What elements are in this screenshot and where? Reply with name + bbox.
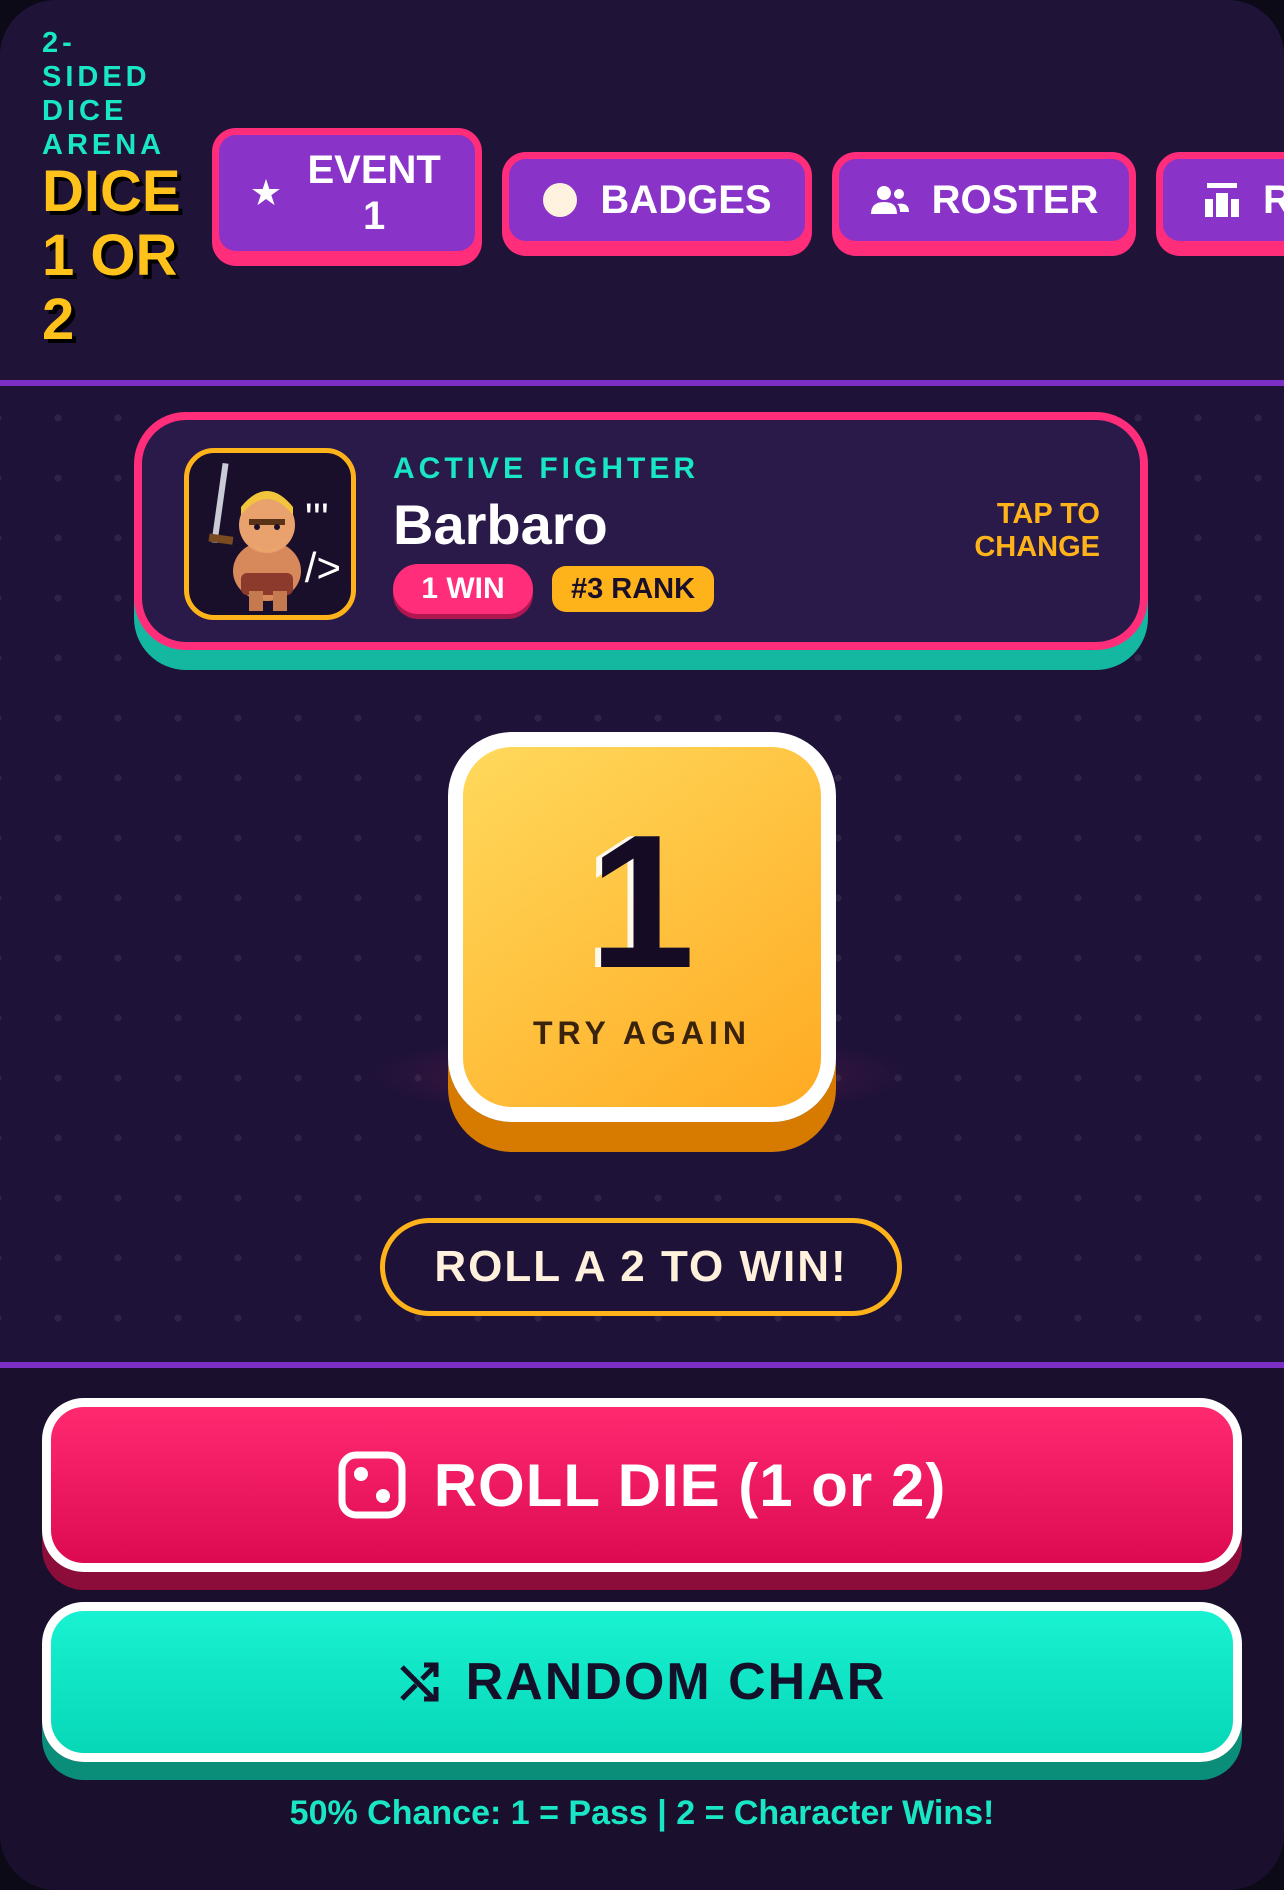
fighter-name: Barbaro [393,493,608,556]
app-frame: 2- SIDED DICE ARENA DICE 1 OR 2 ★ EVENT … [0,0,1284,1890]
nav-label-ranks: R [1263,177,1284,222]
brand-subtitle: 2- SIDED DICE ARENA [42,27,166,161]
podium-icon [1203,183,1241,217]
nav-button-roster[interactable]: ROSTER [832,152,1136,248]
brand-title: DICE 1 OR 2 [42,159,181,352]
die-value: 1 [589,796,695,1008]
top-bar: 2- SIDED DICE ARENA DICE 1 OR 2 ★ EVENT … [0,0,1284,386]
active-fighter-label: ACTIVE FIGHTER [393,452,700,485]
circle-icon [542,182,578,218]
dice-icon [338,1451,406,1519]
odds-hint: 50% Chance: 1 = Pass | 2 = Character Win… [289,1794,995,1832]
nav-label-roster: ROSTER [931,177,1099,222]
star-icon: ★ [249,172,283,213]
random-character-label: RANDOM CHAR [465,1653,887,1711]
nav-label-event: EVENT 1 [307,148,441,238]
rank-badge: #3 RANK [552,566,714,612]
change-fighter-link[interactable]: TAP TO CHANGE [920,498,1100,564]
roll-die-button[interactable]: ROLL DIE (1 or 2) [42,1398,1242,1572]
nav-label-badges: BADGES [600,177,772,222]
nav-button-badges[interactable]: BADGES [502,152,812,248]
die-face: 1 TRY AGAIN [448,732,836,1122]
roll-die-label: ROLL DIE (1 or 2) [433,1451,947,1519]
users-icon [870,184,910,216]
win-condition-banner: ROLL A 2 TO WIN! [380,1218,902,1316]
shuffle-icon [398,1661,440,1703]
win-count-badge: 1 WIN [393,564,533,614]
random-character-button[interactable]: RANDOM CHAR [42,1602,1242,1762]
roll-result-status: TRY AGAIN [532,1015,752,1051]
nav-button-event[interactable]: ★ EVENT 1 [212,128,482,258]
fighter-avatar: ''' /> [184,448,356,620]
avatar-overlay-text: ''' /> [304,494,341,591]
nav-button-ranks[interactable]: R [1156,152,1284,248]
